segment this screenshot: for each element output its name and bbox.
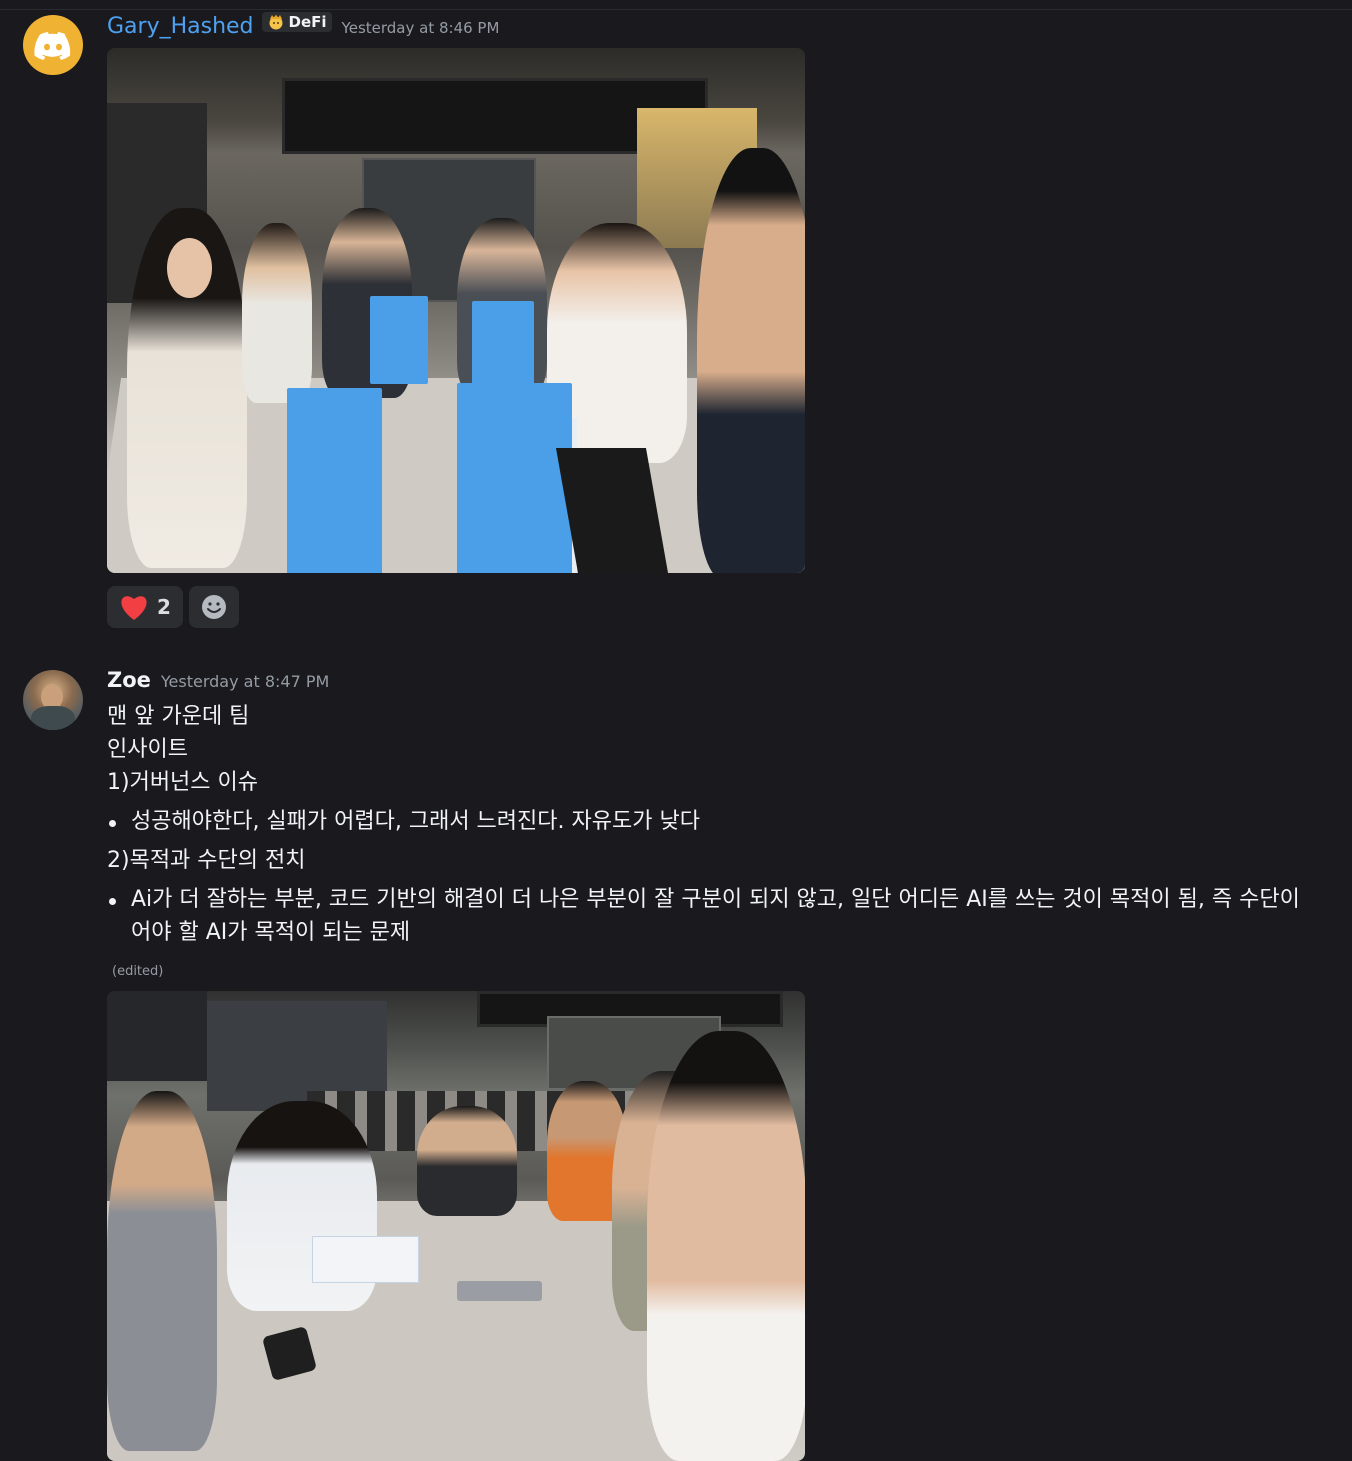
group-photo-icon[interactable] [107, 991, 805, 1461]
username[interactable]: Zoe [107, 668, 151, 692]
username[interactable]: Gary_Hashed [107, 14, 254, 39]
timestamp[interactable]: Yesterday at 8:46 PM [342, 19, 500, 37]
top-divider [0, 9, 1352, 10]
reactions-bar: 2 [107, 586, 239, 628]
add-reaction-icon [202, 595, 226, 619]
text-line: 2)목적과 수단의 전치 [107, 848, 306, 873]
text-line: 인사이트 [107, 737, 188, 762]
message-header: Gary_Hashed DeFi Yesterday at 8:46 PM [107, 12, 500, 39]
message-header: Zoe Yesterday at 8:47 PM [107, 668, 329, 692]
crown-cat-icon [269, 14, 283, 30]
edited-label: (edited) [112, 964, 164, 979]
heart-icon [121, 596, 147, 620]
avatar[interactable] [23, 670, 83, 730]
add-reaction-button[interactable] [189, 586, 239, 628]
group-photo-icon[interactable] [107, 48, 805, 573]
bullet-item: 성공해야한다, 실패가 어렵다, 그래서 느려진다. 자유도가 낮다 [107, 805, 1307, 838]
discord-logo-icon [34, 32, 71, 60]
message-content: 맨 앞 가운데 팀 인사이트 1)거버넌스 이슈 성공해야한다, 실패가 어렵다… [107, 700, 1307, 949]
server-tag-label: DeFi [288, 13, 327, 31]
timestamp[interactable]: Yesterday at 8:47 PM [161, 672, 329, 691]
bullet-item: Ai가 더 잘하는 부분, 코드 기반의 해결이 더 나은 부분이 잘 구분이 … [107, 883, 1311, 949]
reaction-count: 2 [157, 595, 171, 619]
reaction-heart[interactable]: 2 [107, 586, 183, 628]
avatar[interactable] [23, 15, 83, 75]
text-line: 1)거버넌스 이슈 [107, 770, 259, 795]
text-line: 맨 앞 가운데 팀 [107, 704, 250, 729]
server-tag[interactable]: DeFi [261, 12, 332, 32]
